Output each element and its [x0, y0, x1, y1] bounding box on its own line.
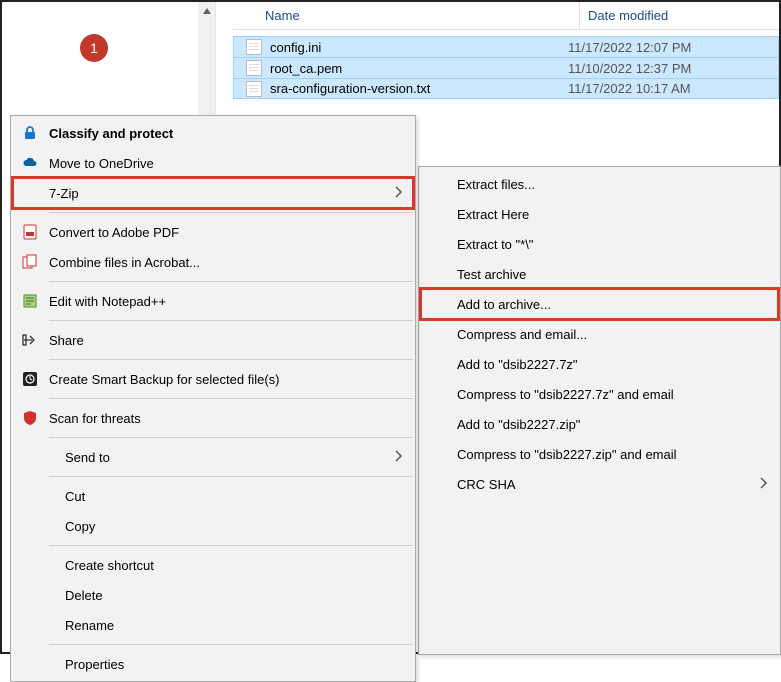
menu-delete[interactable]: Delete — [13, 580, 413, 610]
menu-move-onedrive[interactable]: Move to OneDrive — [13, 148, 413, 178]
backup-icon — [21, 370, 39, 388]
column-headers[interactable]: Name Date modified — [233, 2, 779, 30]
submenu-add-archive[interactable]: Add to archive... — [421, 289, 778, 319]
menu-label: Classify and protect — [49, 126, 403, 141]
menu-scan-threats[interactable]: Scan for threats — [13, 403, 413, 433]
submenu-add-7z[interactable]: Add to "dsib2227.7z" — [421, 349, 778, 379]
submenu-crc-sha[interactable]: CRC SHA — [421, 469, 778, 499]
menu-label: Add to archive... — [457, 297, 768, 312]
menu-separator — [49, 437, 413, 438]
blank-icon — [21, 184, 39, 202]
menu-label: 7-Zip — [49, 186, 395, 201]
file-icon — [246, 81, 262, 97]
lock-icon — [21, 124, 39, 142]
annotation-badge: 1 — [80, 34, 108, 62]
submenu-7zip: Extract files... Extract Here Extract to… — [418, 166, 781, 655]
menu-label: Properties — [65, 657, 403, 672]
menu-label: Extract to "*\" — [457, 237, 768, 252]
menu-separator — [49, 281, 413, 282]
cloud-icon — [21, 154, 39, 172]
menu-copy[interactable]: Copy — [13, 511, 413, 541]
menu-separator — [49, 644, 413, 645]
column-date[interactable]: Date modified — [579, 2, 779, 29]
menu-label: Edit with Notepad++ — [49, 294, 403, 309]
menu-label: Combine files in Acrobat... — [49, 255, 403, 270]
menu-separator — [49, 398, 413, 399]
menu-separator — [49, 212, 413, 213]
menu-label: Add to "dsib2227.zip" — [457, 417, 768, 432]
menu-7zip[interactable]: 7-Zip — [13, 178, 413, 208]
submenu-compress-7z-email[interactable]: Compress to "dsib2227.7z" and email — [421, 379, 778, 409]
combine-icon — [21, 253, 39, 271]
menu-label: Move to OneDrive — [49, 156, 403, 171]
chevron-right-icon — [395, 450, 403, 465]
menu-label: Rename — [65, 618, 403, 633]
menu-label: Create Smart Backup for selected file(s) — [49, 372, 403, 387]
file-icon — [246, 60, 262, 76]
menu-label: CRC SHA — [457, 477, 760, 492]
file-icon — [246, 39, 262, 55]
pdf-icon — [21, 223, 39, 241]
submenu-test-archive[interactable]: Test archive — [421, 259, 778, 289]
menu-edit-notepad[interactable]: Edit with Notepad++ — [13, 286, 413, 316]
menu-label: Convert to Adobe PDF — [49, 225, 403, 240]
menu-convert-pdf[interactable]: Convert to Adobe PDF — [13, 217, 413, 247]
chevron-right-icon — [760, 477, 768, 492]
menu-label: Copy — [65, 519, 403, 534]
menu-label: Test archive — [457, 267, 768, 282]
notepad-icon — [21, 292, 39, 310]
menu-label: Compress to "dsib2227.zip" and email — [457, 447, 768, 462]
menu-label: Delete — [65, 588, 403, 603]
menu-rename[interactable]: Rename — [13, 610, 413, 640]
file-name: config.ini — [270, 40, 568, 55]
file-name: root_ca.pem — [270, 61, 568, 76]
menu-combine-acrobat[interactable]: Combine files in Acrobat... — [13, 247, 413, 277]
menu-create-shortcut[interactable]: Create shortcut — [13, 550, 413, 580]
file-date: 11/17/2022 10:17 AM — [568, 81, 691, 96]
menu-label: Extract Here — [457, 207, 768, 222]
menu-label: Compress to "dsib2227.7z" and email — [457, 387, 768, 402]
file-name: sra-configuration-version.txt — [270, 81, 568, 96]
file-rows: config.ini 11/17/2022 12:07 PM root_ca.p… — [233, 30, 779, 99]
file-row[interactable]: root_ca.pem 11/10/2022 12:37 PM — [233, 57, 779, 78]
menu-send-to[interactable]: Send to — [13, 442, 413, 472]
menu-label: Send to — [65, 450, 395, 465]
context-menu: Classify and protect Move to OneDrive 7-… — [10, 115, 416, 682]
file-date: 11/10/2022 12:37 PM — [568, 61, 691, 76]
submenu-extract-here[interactable]: Extract Here — [421, 199, 778, 229]
menu-cut[interactable]: Cut — [13, 481, 413, 511]
chevron-right-icon — [395, 186, 403, 201]
column-name[interactable]: Name — [265, 8, 579, 23]
menu-separator — [49, 320, 413, 321]
menu-share[interactable]: Share — [13, 325, 413, 355]
menu-label: Create shortcut — [65, 558, 403, 573]
menu-label: Scan for threats — [49, 411, 403, 426]
menu-separator — [49, 476, 413, 477]
share-icon — [21, 331, 39, 349]
menu-classify-protect[interactable]: Classify and protect — [13, 118, 413, 148]
submenu-add-zip[interactable]: Add to "dsib2227.zip" — [421, 409, 778, 439]
submenu-extract-files[interactable]: Extract files... — [421, 169, 778, 199]
menu-smart-backup[interactable]: Create Smart Backup for selected file(s) — [13, 364, 413, 394]
menu-label: Compress and email... — [457, 327, 768, 342]
menu-label: Share — [49, 333, 403, 348]
file-row[interactable]: sra-configuration-version.txt 11/17/2022… — [233, 78, 779, 99]
submenu-compress-email[interactable]: Compress and email... — [421, 319, 778, 349]
menu-label: Extract files... — [457, 177, 768, 192]
menu-label: Add to "dsib2227.7z" — [457, 357, 768, 372]
submenu-compress-zip-email[interactable]: Compress to "dsib2227.zip" and email — [421, 439, 778, 469]
shield-icon — [21, 409, 39, 427]
menu-separator — [49, 545, 413, 546]
menu-separator — [49, 359, 413, 360]
file-row[interactable]: config.ini 11/17/2022 12:07 PM — [233, 36, 779, 57]
file-date: 11/17/2022 12:07 PM — [568, 40, 691, 55]
submenu-extract-to[interactable]: Extract to "*\" — [421, 229, 778, 259]
scroll-up-icon[interactable] — [198, 2, 215, 19]
menu-label: Cut — [65, 489, 403, 504]
